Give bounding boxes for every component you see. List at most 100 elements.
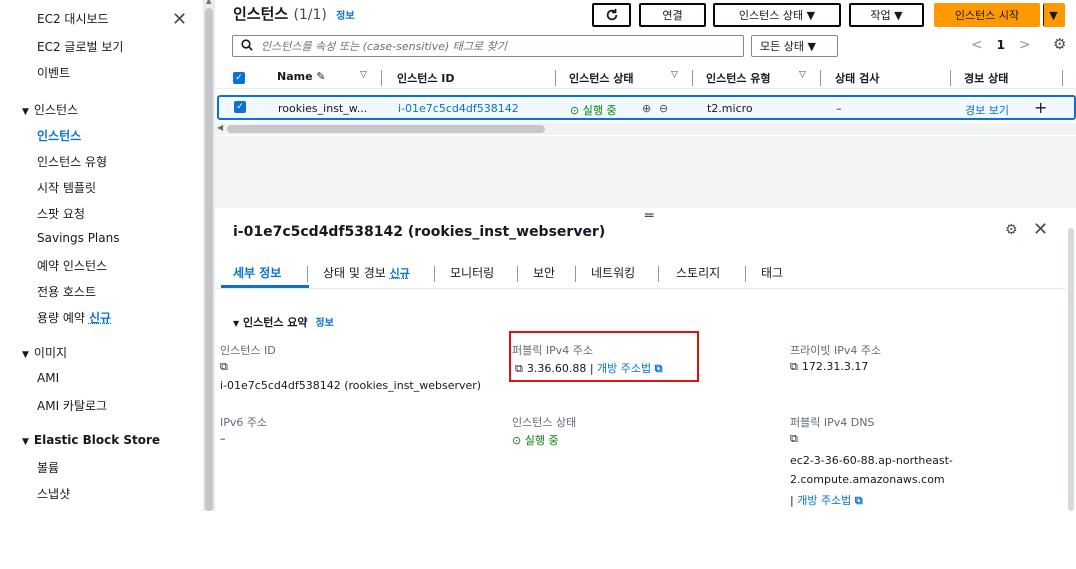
copy-icon[interactable]: ⧉	[790, 432, 802, 446]
column-divider[interactable]	[381, 70, 382, 86]
select-all-checkbox[interactable]: ✓	[233, 72, 245, 84]
zoom-out-icon[interactable]: ⊖	[659, 102, 668, 115]
row-checkbox[interactable]: ✓	[234, 101, 246, 113]
cell-instance-id[interactable]: i-01e7c5cd4df538142	[398, 102, 519, 115]
search-input[interactable]: 인스턴스를 속성 또는 (case-sensitive) 태그로 찾기	[232, 35, 744, 57]
sidebar-item-ami[interactable]: AMI	[37, 371, 59, 385]
tab-monitoring[interactable]: 모니터링	[450, 264, 494, 281]
instance-summary-heading[interactable]: ▼ 인스턴스 요약 정보	[233, 314, 334, 330]
column-header-name[interactable]: Name ✎	[277, 70, 326, 83]
tab-divider	[434, 266, 435, 282]
zoom-in-icon[interactable]: ⊕	[642, 102, 651, 115]
cell-status-check: –	[836, 102, 842, 115]
refresh-button[interactable]	[592, 3, 631, 27]
drag-handle-icon[interactable]: ═	[645, 208, 653, 224]
sidebar-item-savings-plans[interactable]: Savings Plans	[37, 231, 119, 245]
sidebar-item-capacity-reservations[interactable]: 용량 예약 신규	[37, 309, 111, 326]
details-scrollbar[interactable]	[1066, 208, 1076, 511]
launch-instance-button[interactable]: 인스턴스 시작	[934, 3, 1040, 27]
scroll-left-icon[interactable]: ◀	[217, 123, 223, 132]
column-divider[interactable]	[1062, 70, 1063, 86]
info-link[interactable]: 정보	[315, 318, 333, 329]
sidebar-item-events[interactable]: 이벤트	[37, 64, 70, 81]
horizontal-scroll-thumb[interactable]	[227, 125, 545, 133]
launch-dropdown-button[interactable]: ▼	[1043, 3, 1065, 27]
state-text: 실행 중	[582, 104, 617, 117]
private-ipv4-row: ⧉ 172.31.3.17	[790, 360, 868, 374]
tab-networking[interactable]: 네트워킹	[591, 264, 635, 281]
public-dns-line-2: 2.compute.amazonaws.com	[790, 473, 945, 486]
active-tab-indicator	[221, 285, 309, 288]
gear-icon[interactable]: ⚙	[1053, 35, 1066, 53]
external-link-icon[interactable]: ⧉	[855, 494, 863, 507]
column-header-instance-id[interactable]: 인스턴스 ID	[397, 70, 455, 86]
sidebar-scrollbar[interactable]: ▲	[203, 0, 215, 511]
new-badge: 신규	[389, 267, 410, 280]
sidebar-item-spot-requests[interactable]: 스팟 요청	[37, 205, 85, 222]
column-divider[interactable]	[692, 70, 693, 86]
open-address-link[interactable]: 개방 주소법	[797, 494, 851, 507]
tab-details[interactable]: 세부 정보	[233, 264, 281, 281]
close-icon[interactable]: ✕	[172, 9, 187, 30]
sidebar-section-images[interactable]: ▼ 이미지	[22, 344, 67, 361]
column-header-instance-state[interactable]: 인스턴스 상태	[569, 70, 634, 86]
status-filter-select[interactable]: 모든 상태 ▼	[751, 35, 838, 57]
sidebar-section-ebs[interactable]: ▼ Elastic Block Store	[22, 433, 160, 447]
state-text: 실행 중	[524, 434, 559, 447]
actions-button[interactable]: 작업 ▼	[849, 3, 924, 27]
sidebar-item-ec2-dashboard[interactable]: EC2 대시보드	[37, 10, 109, 27]
sort-icon[interactable]: ▽	[671, 70, 678, 80]
cell-instance-type: t2.micro	[707, 102, 753, 115]
sidebar-item-volumes[interactable]: 볼륨	[37, 459, 59, 476]
sidebar-item-snapshots[interactable]: 스냅샷	[37, 485, 70, 502]
column-divider[interactable]	[820, 70, 821, 86]
column-header-alarm-status[interactable]: 경보 상태	[964, 70, 1008, 86]
column-header-instance-type[interactable]: 인스턴스 유형	[706, 70, 771, 86]
cell-alarm-link[interactable]: 경보 보기	[965, 102, 1009, 118]
horizontal-scrollbar[interactable]: ◀	[215, 123, 1076, 135]
instance-id-label: 인스턴스 ID	[220, 344, 276, 357]
sidebar: EC2 대시보드 ✕ EC2 글로벌 보기 이벤트 ▼ 인스턴스 인스턴스 인스턴…	[0, 0, 203, 511]
page-title-text: 인스턴스	[233, 5, 289, 23]
column-header-status-check[interactable]: 상태 검사	[835, 70, 879, 86]
copy-icon[interactable]: ⧉	[220, 360, 232, 374]
caret-down-icon: ▼	[22, 350, 29, 360]
tab-divider	[517, 266, 518, 282]
column-divider[interactable]	[950, 70, 951, 86]
sidebar-item-label: 용량 예약	[37, 311, 85, 325]
gear-icon[interactable]: ⚙	[1005, 222, 1018, 238]
add-alarm-icon[interactable]: +	[1034, 98, 1047, 117]
sort-icon[interactable]: ▽	[799, 70, 806, 80]
sort-icon[interactable]: ▽	[360, 70, 367, 80]
sidebar-item-instance-types[interactable]: 인스턴스 유형	[37, 153, 107, 170]
sidebar-item-reserved-instances[interactable]: 예약 인스턴스	[37, 257, 107, 274]
sidebar-item-ami-catalog[interactable]: AMI 카탈로그	[37, 397, 107, 414]
connect-button[interactable]: 연결	[639, 3, 706, 27]
sidebar-section-instances[interactable]: ▼ 인스턴스	[22, 101, 78, 118]
info-link[interactable]: 정보	[336, 11, 354, 22]
public-dns-open-row: | 개방 주소법 ⧉	[790, 494, 863, 507]
tab-storage[interactable]: 스토리지	[676, 264, 720, 281]
prev-page-icon[interactable]: <	[971, 37, 983, 53]
tab-tags[interactable]: 태그	[761, 264, 783, 281]
sidebar-item-launch-templates[interactable]: 시작 템플릿	[37, 179, 96, 196]
instance-count: (1/1)	[293, 7, 327, 23]
tab-security[interactable]: 보안	[533, 264, 555, 281]
table-row[interactable]: ✓ rookies_inst_w... i-01e7c5cd4df538142 …	[217, 95, 1076, 120]
column-divider[interactable]	[555, 70, 556, 86]
tab-status-alarms[interactable]: 상태 및 경보 신규	[323, 264, 410, 281]
instance-state-value: ⊙ 실행 중	[512, 432, 559, 448]
details-scroll-thumb[interactable]	[1068, 228, 1074, 511]
next-page-icon[interactable]: >	[1019, 37, 1031, 53]
sidebar-item-dedicated-hosts[interactable]: 전용 호스트	[37, 283, 96, 300]
sidebar-scroll-thumb[interactable]	[205, 8, 213, 511]
copy-icon[interactable]: ⧉	[790, 360, 798, 373]
edit-icon: ✎	[316, 70, 326, 83]
scroll-up-icon[interactable]: ▲	[206, 0, 211, 5]
tab-divider	[307, 266, 308, 282]
sidebar-item-global-view[interactable]: EC2 글로벌 보기	[37, 38, 123, 55]
close-icon[interactable]: ✕	[1033, 219, 1048, 240]
page-number[interactable]: 1	[997, 38, 1005, 52]
sidebar-item-instances[interactable]: 인스턴스	[37, 127, 81, 144]
instance-state-button[interactable]: 인스턴스 상태 ▼	[713, 3, 841, 27]
